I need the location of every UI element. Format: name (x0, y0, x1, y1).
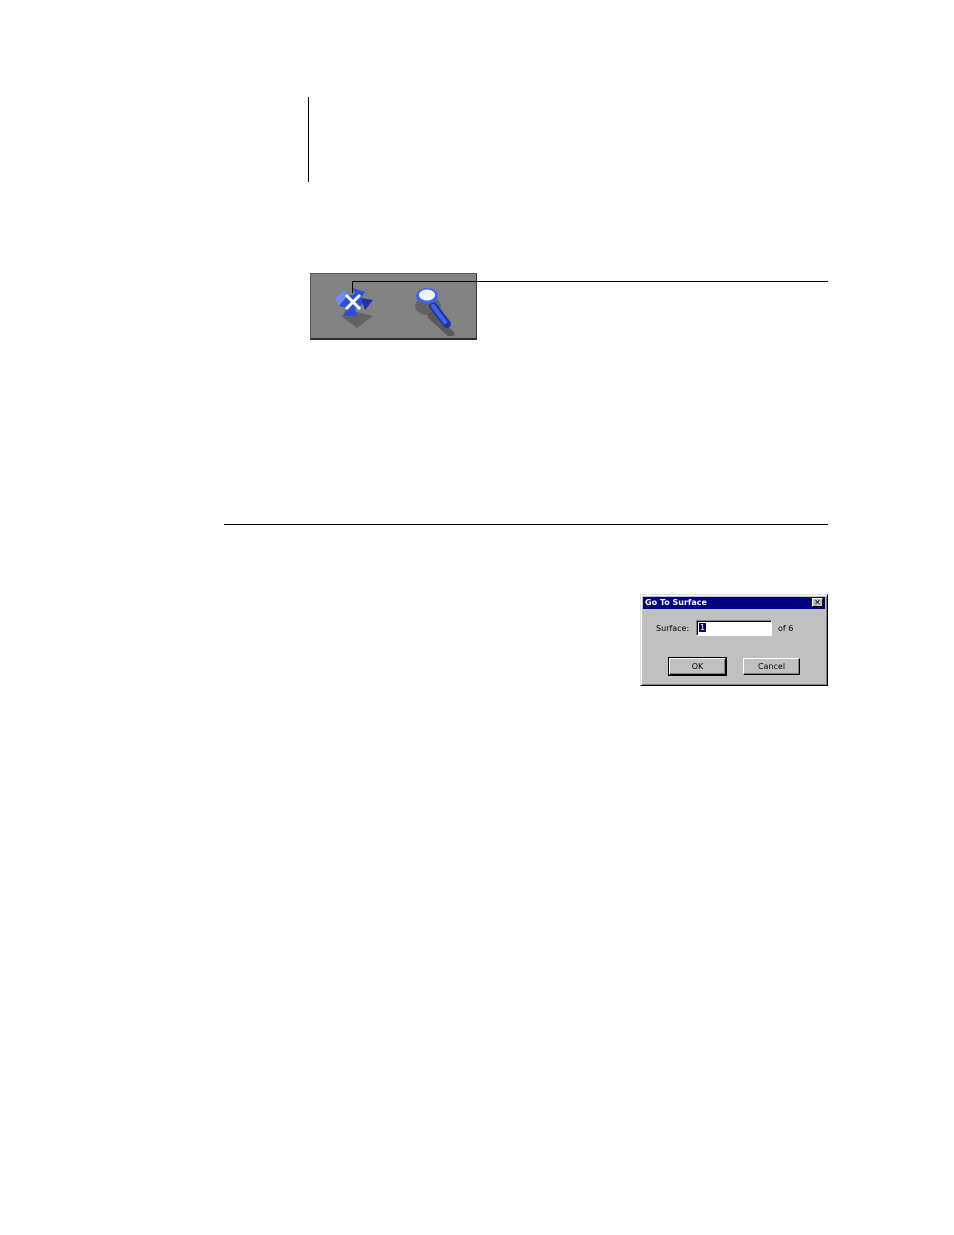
cancel-button[interactable]: Cancel (743, 658, 800, 675)
go-to-surface-dialog: Go To Surface ✕ Surface: 1 of 6 OK Cance… (640, 594, 828, 686)
close-button[interactable]: ✕ (812, 598, 823, 607)
surface-count: of 6 (778, 624, 794, 633)
surface-input-value: 1 (699, 623, 707, 632)
dialog-title-bar: Go To Surface ✕ (643, 597, 825, 609)
callout-line (352, 281, 828, 282)
margin-rule (308, 97, 309, 182)
move-tool-button[interactable] (333, 286, 379, 330)
move-icon (335, 288, 373, 328)
surface-label: Surface: (656, 624, 690, 633)
toolbar-panel (310, 273, 477, 340)
section-divider (224, 524, 828, 525)
zoom-tool-button[interactable] (411, 284, 461, 338)
callout-leader (352, 281, 353, 293)
ok-button[interactable]: OK (668, 657, 727, 676)
dialog-title: Go To Surface (645, 598, 707, 607)
zoom-icon (415, 288, 455, 338)
surface-input[interactable]: 1 (696, 620, 772, 636)
close-icon: ✕ (814, 598, 821, 607)
